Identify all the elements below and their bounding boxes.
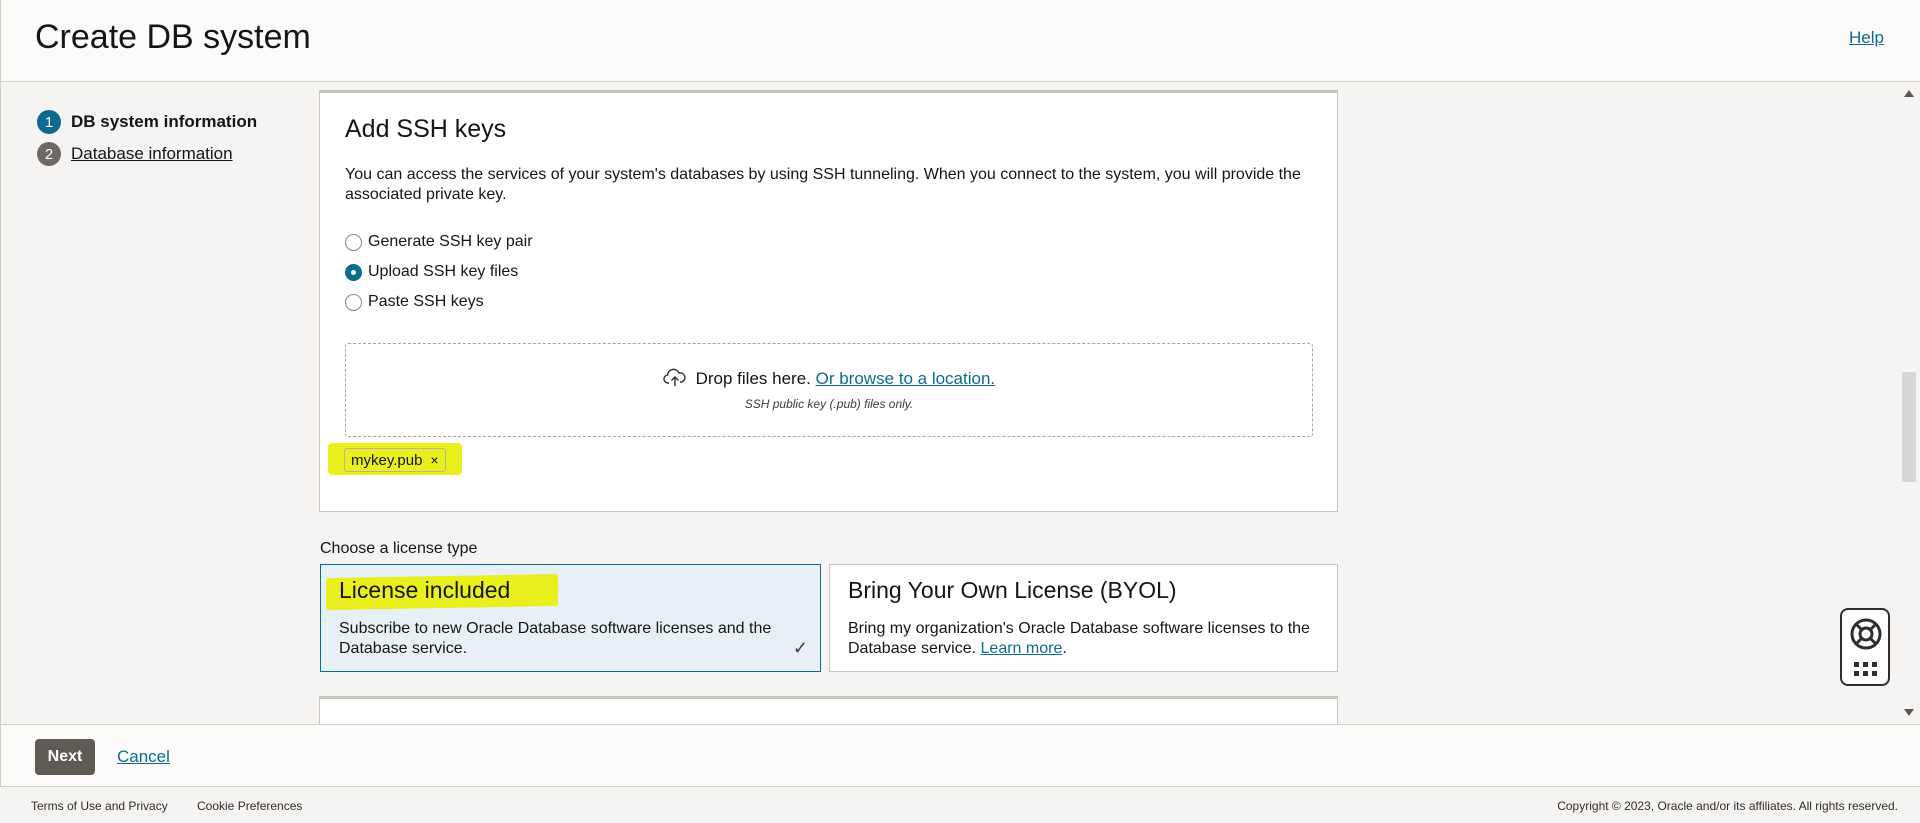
terms-link[interactable]: Terms of Use and Privacy <box>31 799 168 813</box>
page-header: Create DB system Help <box>0 0 1920 82</box>
license-type-label: Choose a license type <box>320 540 478 557</box>
next-button[interactable]: Next <box>35 739 95 775</box>
ssh-keys-section: Add SSH keys You can access the services… <box>319 90 1338 512</box>
file-name: mykey.pub <box>351 451 423 469</box>
upload-cloud-icon <box>663 368 687 393</box>
license-title: License included <box>339 577 511 603</box>
section-description: You can access the services of your syst… <box>345 166 1301 203</box>
help-widget[interactable] <box>1840 608 1890 686</box>
uploaded-file-chip: mykey.pub × <box>344 448 446 472</box>
step-number: 2 <box>37 142 61 166</box>
step-label[interactable]: Database information <box>71 144 233 164</box>
page-footer: Terms of Use and Privacy Cookie Preferen… <box>0 786 1920 823</box>
license-description: Subscribe to new Oracle Database softwar… <box>339 620 772 657</box>
step-database-information[interactable]: 2 Database information <box>37 138 257 170</box>
step-navigator: 1 DB system information 2 Database infor… <box>37 106 257 170</box>
dropzone-hint: SSH public key (.pub) files only. <box>744 397 914 411</box>
radio-button[interactable] <box>345 263 362 281</box>
grid-icon[interactable] <box>1854 662 1878 683</box>
license-option-included[interactable]: License included Subscribe to new Oracle… <box>320 564 821 672</box>
radio-button[interactable] <box>345 233 362 251</box>
scrollbar-thumb[interactable] <box>1902 372 1916 482</box>
cookie-preferences-link[interactable]: Cookie Preferences <box>197 799 302 813</box>
license-description: Bring my organization's Oracle Database … <box>848 619 1318 659</box>
license-option-byol[interactable]: Bring Your Own License (BYOL) Bring my o… <box>829 564 1338 672</box>
cancel-link[interactable]: Cancel <box>117 747 170 767</box>
dropzone-text: Drop files here. <box>695 369 811 388</box>
radio-label: Upload SSH key files <box>368 263 519 280</box>
scroll-up-icon[interactable] <box>1904 90 1914 97</box>
scroll-down-icon[interactable] <box>1904 709 1914 716</box>
scrollbar[interactable] <box>1898 82 1920 724</box>
radio-upload-ssh-key-files[interactable]: Upload SSH key files <box>345 263 518 281</box>
page-title: Create DB system <box>35 18 311 56</box>
radio-button[interactable] <box>345 293 362 311</box>
radio-generate-ssh-key-pair[interactable]: Generate SSH key pair <box>345 233 533 251</box>
license-description-text: Bring my organization's Oracle Database … <box>848 620 1310 657</box>
step-db-system-information[interactable]: 1 DB system information <box>37 106 257 138</box>
check-icon: ✓ <box>792 638 808 658</box>
learn-more-link[interactable]: Learn more <box>981 640 1063 657</box>
step-number: 1 <box>37 110 61 134</box>
copyright-text: Copyright © 2023, Oracle and/or its affi… <box>1557 799 1898 813</box>
step-label: DB system information <box>71 112 258 131</box>
section-title: Add SSH keys <box>345 115 507 143</box>
file-dropzone[interactable]: Drop files here. Or browse to a location… <box>345 343 1313 437</box>
main-content: 1 DB system information 2 Database infor… <box>0 82 1920 724</box>
radio-label: Generate SSH key pair <box>368 233 533 250</box>
dropzone-message: Drop files here. Or browse to a location… <box>346 368 1312 393</box>
close-icon[interactable]: × <box>430 452 438 468</box>
license-title: Bring Your Own License (BYOL) <box>848 577 1177 603</box>
radio-paste-ssh-keys[interactable]: Paste SSH keys <box>345 293 484 311</box>
action-bar: Next Cancel <box>0 724 1920 786</box>
next-section-card <box>319 696 1338 724</box>
lifebuoy-icon[interactable] <box>1848 616 1884 657</box>
learn-more-suffix: . <box>1062 640 1067 657</box>
help-link[interactable]: Help <box>1849 28 1884 48</box>
radio-label: Paste SSH keys <box>368 293 484 310</box>
browse-link[interactable]: Or browse to a location. <box>816 369 996 388</box>
